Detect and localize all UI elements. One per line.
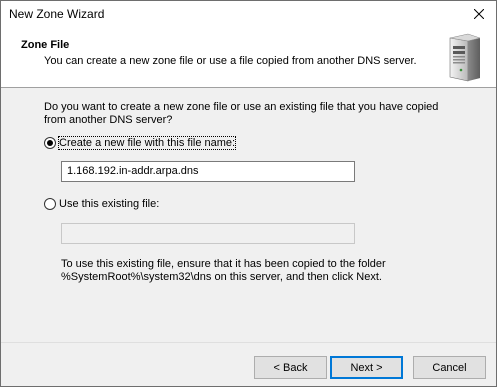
use-existing-file-radio[interactable]	[44, 198, 56, 210]
existing-file-input	[61, 223, 355, 244]
next-button[interactable]: Next >	[330, 356, 403, 379]
new-zone-wizard-window: New Zone Wizard Zone File You can create…	[0, 0, 497, 387]
window-title: New Zone Wizard	[9, 7, 105, 21]
create-new-file-option[interactable]: Create a new file with this file name:	[44, 136, 237, 150]
use-existing-file-option[interactable]: Use this existing file:	[44, 198, 159, 210]
back-button[interactable]: < Back	[254, 356, 327, 379]
wizard-content: Do you want to create a new zone file or…	[1, 88, 496, 340]
new-file-name-input[interactable]: 1.168.192.in-addr.arpa.dns	[61, 161, 355, 182]
server-icon	[449, 33, 481, 82]
wizard-header: Zone File You can create a new zone file…	[1, 27, 496, 88]
close-button[interactable]	[462, 1, 496, 27]
question-text: Do you want to create a new zone file or…	[44, 101, 439, 126]
title-bar: New Zone Wizard	[1, 1, 496, 27]
cancel-button[interactable]: Cancel	[413, 356, 486, 379]
existing-file-note: To use this existing file, ensure that i…	[61, 258, 386, 283]
create-new-file-radio[interactable]	[44, 137, 56, 149]
page-subtitle: You can create a new zone file or use a …	[44, 55, 417, 67]
page-title: Zone File	[21, 39, 70, 51]
use-existing-file-label[interactable]: Use this existing file:	[59, 198, 159, 210]
close-icon	[474, 9, 484, 19]
create-new-file-label[interactable]: Create a new file with this file name:	[57, 136, 237, 150]
footer-divider	[1, 342, 496, 343]
